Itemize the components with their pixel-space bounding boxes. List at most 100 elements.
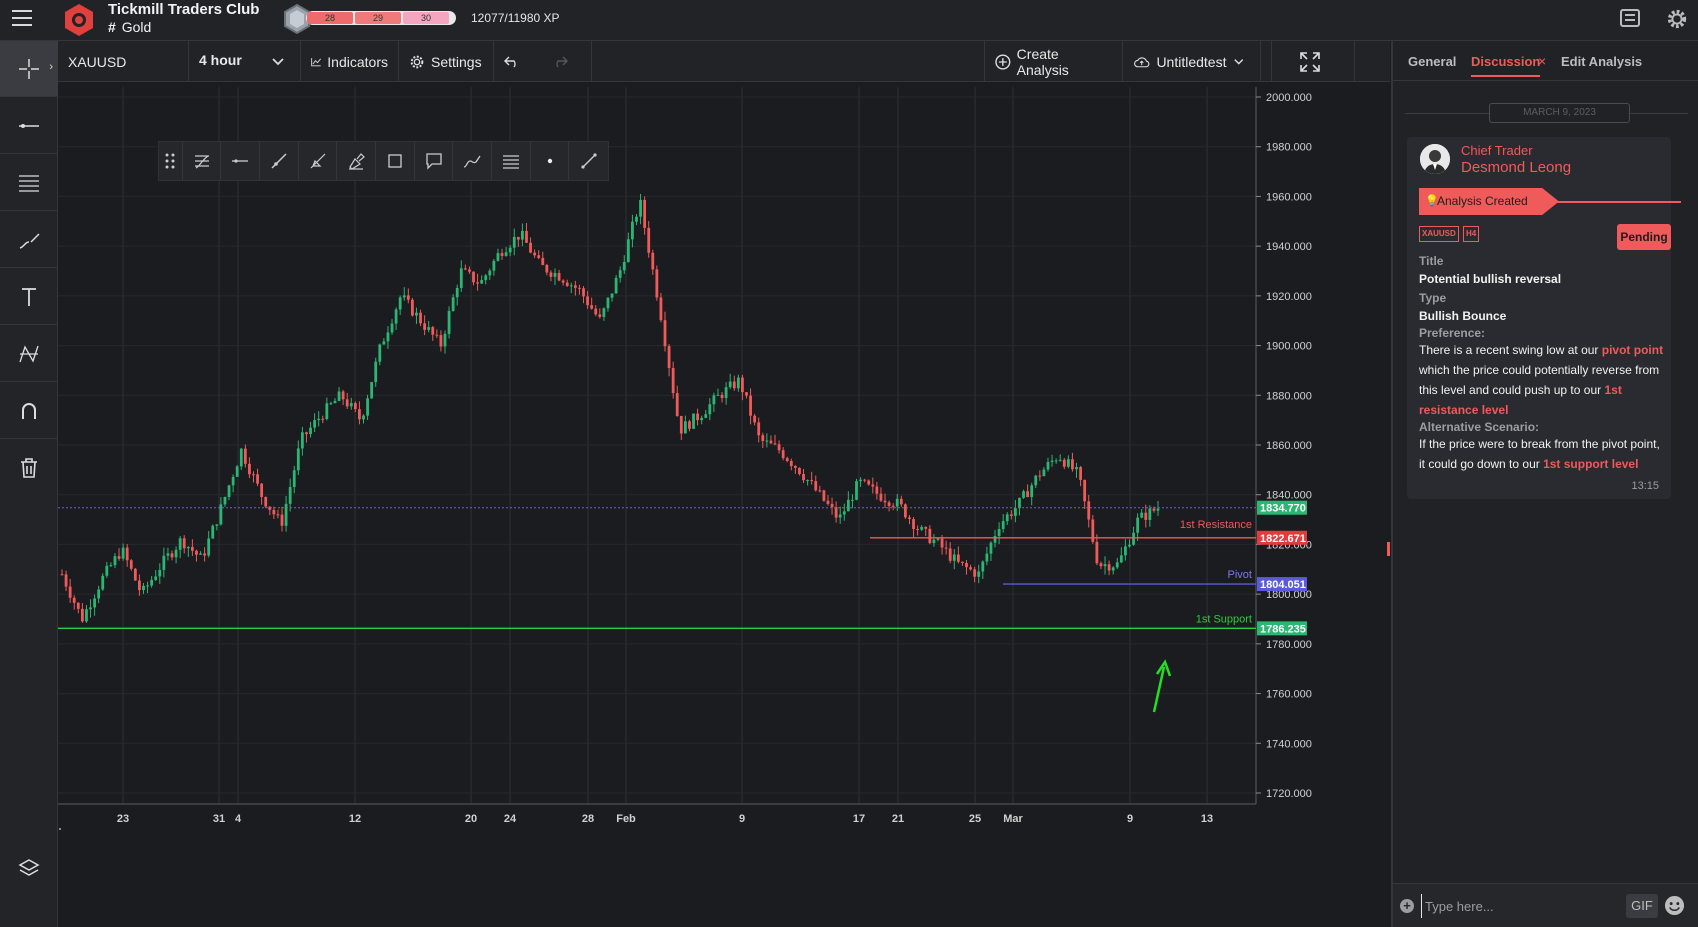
pattern-tool[interactable] [0, 326, 58, 382]
hamburger-menu-icon[interactable] [12, 10, 32, 28]
candle-body [313, 420, 317, 428]
candle-body [1152, 508, 1156, 511]
candle-body [72, 597, 76, 603]
status-badge: Pending [1617, 224, 1671, 250]
chevron-down-icon [272, 57, 284, 65]
candle-body [749, 395, 752, 416]
tab-discussion[interactable]: Discussion [1471, 54, 1541, 77]
path-tool-button[interactable] [453, 142, 493, 180]
highlighter-tool-button[interactable] [337, 142, 377, 180]
drawing-toolbar [158, 141, 609, 181]
candle-body [594, 308, 598, 315]
brush-tool-button[interactable] [299, 142, 338, 180]
date-tick-label: 4 [235, 813, 242, 825]
ray-tool-button[interactable] [260, 142, 299, 180]
candle-body [728, 381, 732, 388]
message-input[interactable] [1421, 894, 1611, 918]
candle-body [602, 308, 606, 317]
xp-text: 12077/11980 XP [471, 11, 560, 25]
symbol-selector[interactable]: XAUUSD [58, 41, 189, 82]
candle-body [427, 327, 431, 330]
candle-body [545, 265, 549, 273]
candle-body [798, 467, 801, 475]
candle-body [944, 547, 948, 549]
trendline-tool-button[interactable] [569, 142, 608, 180]
crosshair-icon [19, 58, 39, 79]
tab-general[interactable]: General [1408, 54, 1456, 69]
candle-body [68, 586, 72, 598]
redo-button[interactable] [542, 41, 592, 82]
parallel-channel-tool[interactable] [0, 155, 58, 211]
fullscreen-button[interactable] [1271, 41, 1355, 82]
delete-tool[interactable] [0, 440, 58, 496]
candle-body [317, 418, 321, 421]
candle-body [1071, 459, 1074, 470]
current-price-tag-label: 1834.770 [1260, 503, 1306, 515]
plus-circle-icon [995, 53, 1011, 70]
date-tick-label: 31 [213, 813, 225, 825]
create-analysis-button[interactable]: Create Analysis [984, 41, 1123, 82]
indicators-button[interactable]: Indicators [301, 41, 399, 82]
add-attachment-icon[interactable]: + [1400, 899, 1414, 913]
crosshair-tool[interactable]: › [0, 41, 58, 97]
line-tool-button[interactable] [221, 142, 261, 180]
candle-body [292, 470, 296, 488]
brush-icon [19, 232, 40, 249]
dot-tool-button[interactable] [531, 142, 570, 180]
interval-dropdown[interactable]: 4 hour [189, 41, 301, 82]
chart-canvas[interactable]: 2000.000 1980.000 1960.000 1940.000 1920.000… [58, 82, 1390, 907]
tab-edit-analysis[interactable]: Edit Analysis [1561, 54, 1642, 69]
candle-body [451, 297, 455, 311]
magnet-tool[interactable] [0, 383, 58, 439]
candle-body [410, 299, 414, 316]
resistance-label: 1st Resistance [1180, 519, 1252, 531]
highlighter-icon [349, 153, 366, 170]
date-tick-label: 17 [853, 813, 865, 825]
candle-body [639, 199, 642, 217]
candle-body [1148, 508, 1152, 520]
brush-icon [310, 153, 326, 169]
candle-body [675, 393, 679, 416]
candle-body [549, 272, 553, 277]
candle-body [276, 514, 280, 516]
candle-body [846, 499, 850, 512]
emoji-icon[interactable] [1664, 895, 1685, 916]
rectangle-tool-button[interactable] [376, 142, 415, 180]
brush-tool[interactable] [0, 212, 58, 268]
callout-tool-button[interactable] [415, 142, 454, 180]
checklist-icon[interactable] [1620, 9, 1640, 27]
candle-body [647, 227, 651, 253]
channel-tool-button[interactable] [492, 142, 531, 180]
close-icon[interactable]: × [1538, 53, 1546, 69]
candle-body [851, 499, 854, 501]
fib-tool-button[interactable] [183, 142, 222, 180]
candle-body [1038, 475, 1042, 477]
drawing-toolbar-drag-handle[interactable] [159, 142, 183, 180]
gear-icon[interactable] [1666, 8, 1688, 30]
candle-body [358, 409, 361, 420]
template-dropdown[interactable]: Untitledtest [1123, 41, 1261, 82]
candle-body [158, 569, 162, 577]
candle-body [769, 440, 773, 444]
candle-body [879, 493, 883, 501]
candle-body [704, 414, 708, 418]
undo-button[interactable] [494, 41, 542, 82]
candle-body [353, 403, 357, 410]
gif-button[interactable]: GIF [1626, 894, 1658, 918]
symbol-tag: XAUUSD [1419, 226, 1459, 242]
settings-button[interactable]: Settings [399, 41, 494, 82]
text-tool[interactable] [0, 269, 58, 325]
divider [1405, 113, 1489, 114]
price-chart[interactable]: 2000.000 1980.000 1960.000 1940.000 1920.000… [58, 82, 1390, 907]
layers-tool[interactable] [0, 841, 58, 897]
candle-body [1115, 562, 1119, 568]
user-name[interactable]: Desmond Leong [1461, 159, 1571, 176]
channel-icon [502, 155, 519, 169]
preference-label: Preference: [1419, 326, 1486, 340]
candle-body [402, 295, 406, 298]
candle-body [443, 333, 447, 347]
candle-body [349, 403, 353, 407]
candle-body [488, 270, 492, 276]
horizontal-line-tool[interactable] [0, 98, 58, 154]
candle-body [138, 580, 141, 591]
